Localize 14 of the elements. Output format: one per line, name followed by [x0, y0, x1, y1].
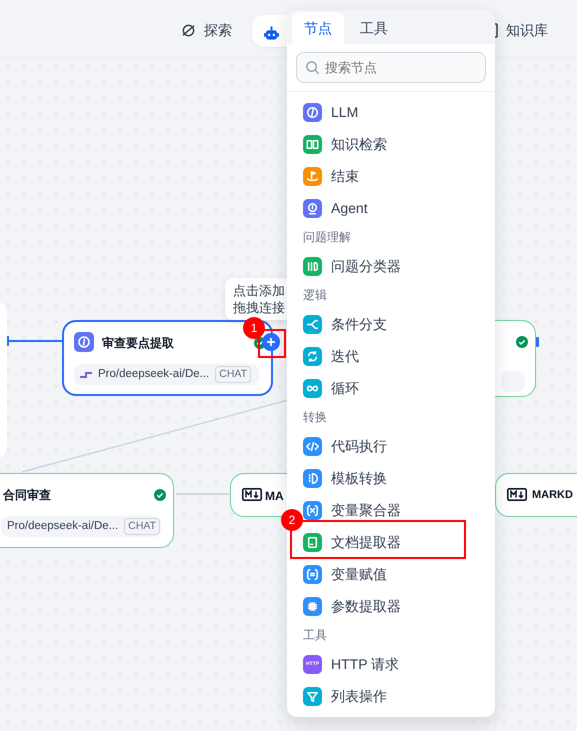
node-title: 审查要点提取: [102, 335, 174, 352]
section-header: 工具: [302, 627, 328, 644]
section-header: 转换: [302, 409, 328, 426]
node-title: MA: [265, 488, 284, 505]
section-header: 逻辑: [302, 287, 328, 304]
tooltip-text: 点击添加: [233, 283, 285, 298]
node-title: MARKD: [532, 488, 573, 503]
section-header: 问题理解: [302, 229, 352, 246]
model-tag: CHAT: [124, 518, 160, 535]
model-name: Pro/deepseek-ai/De...: [98, 366, 210, 382]
node-title: 合同审查: [3, 487, 51, 504]
model-name: Pro/deepseek-ai/De...: [7, 518, 118, 534]
model-tag: CHAT: [215, 366, 252, 383]
tooltip-text: 拖拽连接: [233, 300, 285, 315]
